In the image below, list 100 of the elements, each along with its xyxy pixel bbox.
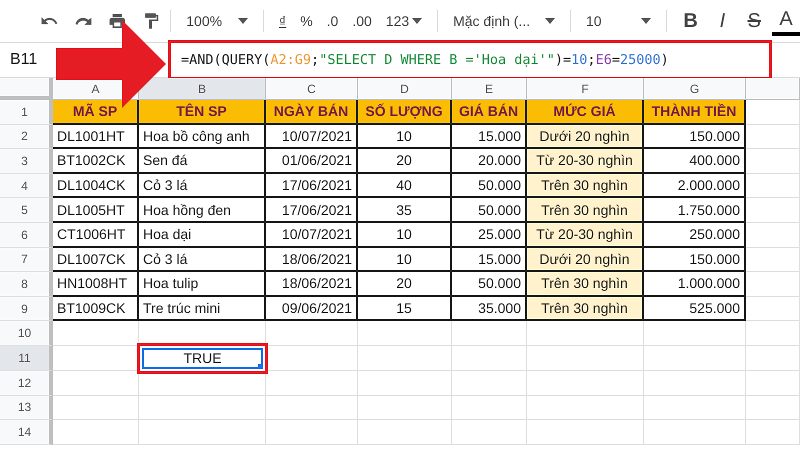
- table-cell: 15.000: [452, 248, 527, 272]
- table-cell: 400.000: [644, 149, 746, 174]
- row-header[interactable]: 9: [0, 296, 53, 322]
- table-cell: 35.000: [452, 296, 527, 322]
- table-cell: 10/07/2021: [266, 124, 358, 150]
- format-dropdown[interactable]: 123: [380, 6, 428, 36]
- table-cell: Hoa bồ công anh: [139, 124, 266, 150]
- table-cell: Dưới 20 nghìn: [527, 124, 644, 150]
- table-cell: 10: [358, 222, 452, 248]
- empty-cell: [746, 370, 800, 396]
- table-cell: 250.000: [644, 222, 746, 248]
- caret-icon: [640, 18, 651, 24]
- row-header[interactable]: 14: [0, 420, 53, 445]
- table-cell: 150.000: [644, 248, 746, 272]
- row-header[interactable]: 10: [0, 321, 53, 346]
- table-cell: Cỏ 3 lá: [139, 248, 266, 272]
- decrease-decimal-button[interactable]: .0: [322, 6, 344, 36]
- column-header[interactable]: B: [139, 78, 266, 100]
- row-header[interactable]: 11: [0, 346, 53, 371]
- table-cell: Hoa tulip: [139, 272, 266, 297]
- font-size-dropdown[interactable]: 10: [580, 6, 656, 36]
- row-header[interactable]: 3: [0, 149, 53, 174]
- table-cell: 01/06/2021: [266, 149, 358, 174]
- caret-icon: [412, 18, 422, 24]
- table-cell: 50.000: [452, 174, 527, 198]
- font-dropdown[interactable]: Mặc định (...: [448, 6, 560, 36]
- table-cell: 50.000: [452, 198, 527, 223]
- column-header[interactable]: D: [358, 78, 452, 100]
- table-cell: Cỏ 3 lá: [139, 174, 266, 198]
- table-cell: 20.000: [452, 149, 527, 174]
- row-header[interactable]: 5: [0, 198, 53, 223]
- table-cell: Trên 30 nghìn: [527, 174, 644, 198]
- table-cell: 525.000: [644, 296, 746, 322]
- row-header[interactable]: 6: [0, 222, 53, 248]
- text-color-button[interactable]: A: [772, 6, 800, 36]
- bold-button[interactable]: B: [676, 6, 705, 36]
- table-cell: DL1005HT: [53, 198, 139, 223]
- zoom-dropdown[interactable]: 100%: [181, 6, 254, 36]
- table-cell: Hoa hồng đen: [139, 198, 266, 223]
- column-title-cell: MÃ SP: [53, 100, 139, 125]
- table-cell: DL1004CK: [53, 174, 139, 198]
- column-header[interactable]: C: [266, 78, 358, 100]
- table-cell: 18/06/2021: [266, 272, 358, 297]
- table-cell: 20: [358, 272, 452, 297]
- row-header[interactable]: 1: [0, 100, 53, 125]
- column-title-cell: MỨC GIÁ: [527, 100, 644, 125]
- table-cell: BT1009CK: [53, 296, 139, 322]
- table-cell: DL1001HT: [53, 124, 139, 150]
- percent-button[interactable]: %: [295, 6, 318, 36]
- table-cell: 1.000.000: [644, 272, 746, 297]
- table-cell: BT1002CK: [53, 149, 139, 174]
- table-cell: Hoa dại: [139, 222, 266, 248]
- table-cell: DL1007CK: [53, 248, 139, 272]
- table-cell: Từ 20-30 nghìn: [527, 149, 644, 174]
- caret-icon: [545, 18, 556, 24]
- column-title-cell: TÊN SP: [139, 100, 266, 125]
- table-cell: 150.000: [644, 124, 746, 150]
- row-header[interactable]: 12: [0, 370, 53, 396]
- table-cell: Dưới 20 nghìn: [527, 248, 644, 272]
- selected-cell[interactable]: TRUE: [137, 342, 268, 374]
- table-cell: 25.000: [452, 222, 527, 248]
- table-cell: Tre trúc mini: [139, 296, 266, 322]
- row-header[interactable]: 7: [0, 248, 53, 272]
- table-cell: Trên 30 nghìn: [527, 272, 644, 297]
- print-icon[interactable]: [108, 11, 126, 31]
- row-header[interactable]: 2: [0, 124, 53, 150]
- table-cell: 10: [358, 124, 452, 150]
- table-cell: 09/06/2021: [266, 296, 358, 322]
- table-cell: Sen đá: [139, 149, 266, 174]
- table-cell: 15.000: [452, 124, 527, 150]
- table-cell: 10: [358, 248, 452, 272]
- table-cell: 2.000.000: [644, 174, 746, 198]
- table-cell: Từ 20-30 nghìn: [527, 222, 644, 248]
- column-header[interactable]: F: [527, 78, 644, 100]
- column-title-cell: NGÀY BÁN: [266, 100, 358, 125]
- table-cell: 1.750.000: [644, 198, 746, 223]
- corner-cell[interactable]: [0, 78, 53, 100]
- row-header[interactable]: 13: [0, 396, 53, 420]
- empty-cell: [746, 346, 800, 371]
- increase-decimal-button[interactable]: .00: [347, 6, 377, 36]
- strikethrough-button[interactable]: S: [740, 6, 768, 36]
- row-header[interactable]: 8: [0, 272, 53, 297]
- table-cell: 15: [358, 296, 452, 322]
- empty-cell: [746, 321, 800, 346]
- name-box[interactable]: B11: [10, 51, 46, 69]
- currency-button[interactable]: ₫: [274, 6, 292, 36]
- column-title-cell: GIÁ BÁN: [452, 100, 527, 125]
- row-header[interactable]: 4: [0, 174, 53, 198]
- table-cell: 18/06/2021: [266, 248, 358, 272]
- italic-button[interactable]: I: [708, 6, 736, 36]
- table-cell: Trên 30 nghìn: [527, 296, 644, 322]
- column-header[interactable]: E: [452, 78, 527, 100]
- column-header[interactable]: G: [644, 78, 746, 100]
- table-cell: CT1006HT: [53, 222, 139, 248]
- table-cell: 10/07/2021: [266, 222, 358, 248]
- table-cell: 40: [358, 174, 452, 198]
- empty-cell: [746, 420, 800, 445]
- table-cell: Trên 30 nghìn: [527, 198, 644, 223]
- table-cell: HN1008HT: [53, 272, 139, 297]
- column-title-cell: THÀNH TIỀN: [644, 100, 746, 125]
